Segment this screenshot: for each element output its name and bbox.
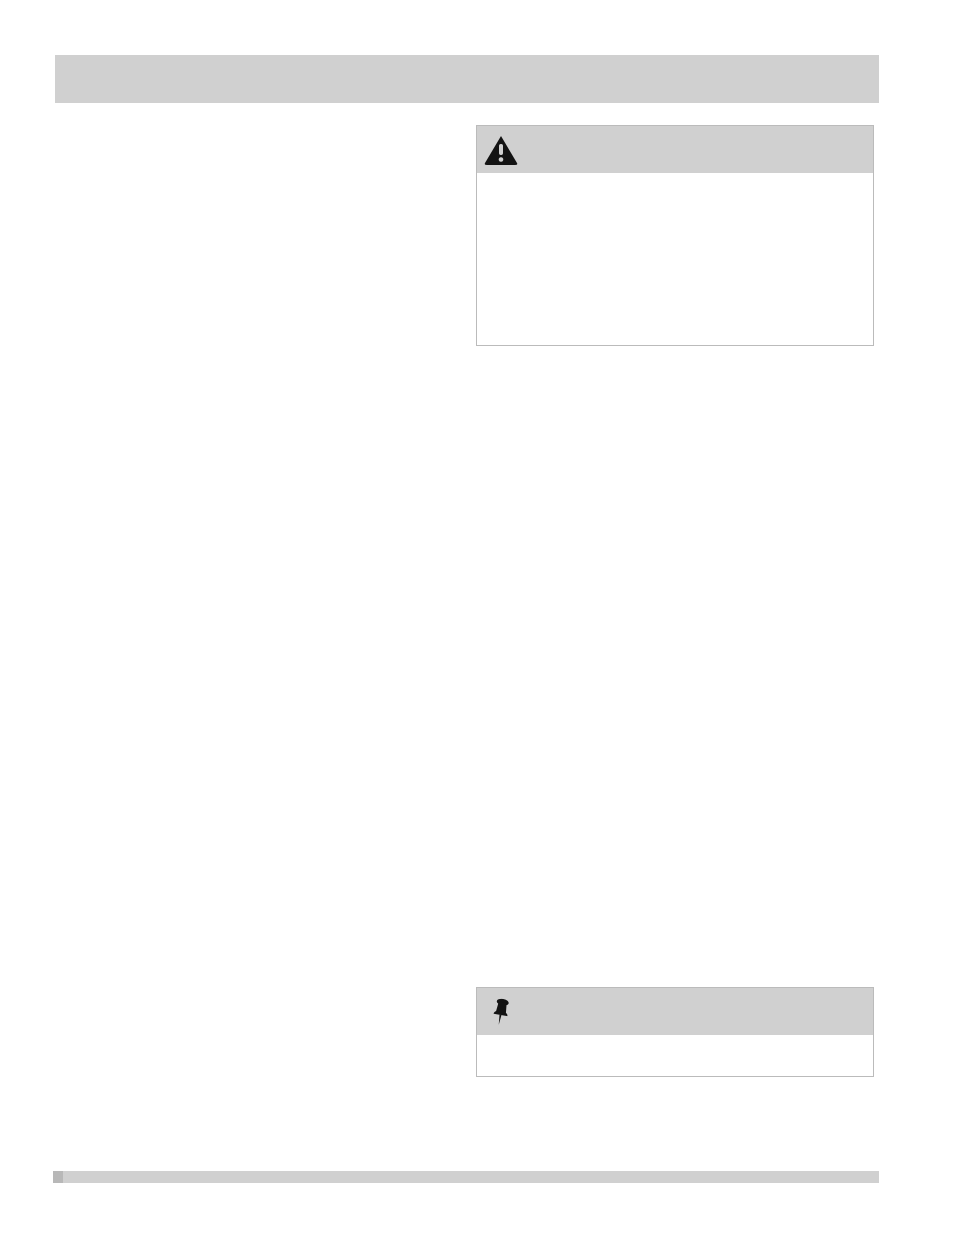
column-right [476,125,874,1077]
warning-callout [476,125,874,346]
pushpin-icon [483,994,519,1030]
warning-icon [483,132,519,168]
page-footer-bar [53,1171,879,1183]
document-page [55,55,879,1077]
content-spacer [476,346,874,987]
warning-callout-body [477,173,873,345]
page-header-bar [55,55,879,103]
warning-callout-header [477,126,873,173]
note-callout [476,987,874,1077]
column-left [55,125,450,1077]
note-callout-body [477,1035,873,1076]
note-callout-header [477,988,873,1035]
two-column-layout [55,125,879,1077]
